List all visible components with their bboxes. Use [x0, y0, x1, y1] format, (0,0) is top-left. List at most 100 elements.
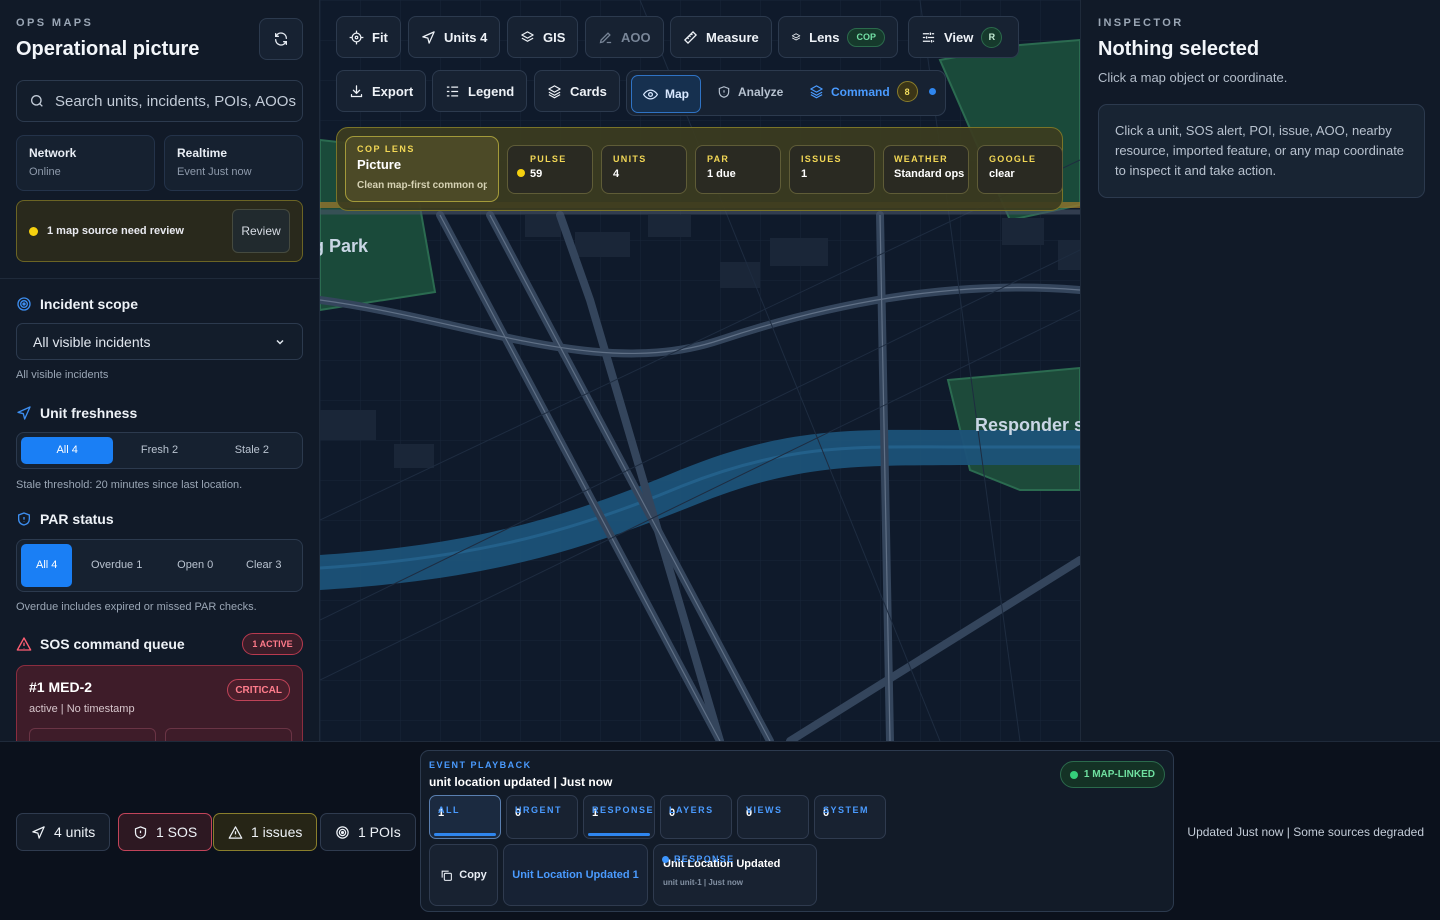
- lens-chip-units[interactable]: UNITS 4: [601, 145, 687, 194]
- review-button[interactable]: Review: [232, 209, 290, 253]
- cop-lens-key: COP LENS: [357, 144, 415, 154]
- warning-icon: [16, 637, 32, 651]
- view-button[interactable]: View R: [908, 16, 1019, 58]
- pulse-dot-icon: [517, 169, 525, 177]
- warning-dot-icon: [29, 226, 38, 236]
- mode-command-button[interactable]: Command 8: [809, 81, 936, 102]
- sos-card-meta: active | No timestamp: [29, 703, 135, 715]
- realtime-value: Event Just now: [177, 166, 252, 178]
- realtime-status-card: Realtime Event Just now: [164, 135, 303, 191]
- cop-lens-desc: Clean map-first common operating picture: [357, 180, 487, 191]
- legend-button[interactable]: Legend: [432, 70, 528, 112]
- refresh-button[interactable]: [259, 18, 303, 60]
- lens-button[interactable]: Lens COP: [778, 16, 898, 58]
- sos-queue-title: SOS command queue: [40, 636, 185, 652]
- lens-chip-issues[interactable]: ISSUES 1: [789, 145, 875, 194]
- sos-action-button[interactable]: [165, 728, 292, 741]
- search-input[interactable]: [55, 92, 300, 110]
- unit-freshness-heading: Unit freshness: [16, 405, 137, 421]
- navigation-icon: [422, 30, 435, 44]
- sos-chip[interactable]: 1 SOS: [118, 813, 213, 851]
- sos-active-badge: 1 ACTIVE: [242, 633, 303, 655]
- sos-queue-heading: SOS command queue: [16, 636, 185, 652]
- command-count-badge: 8: [896, 81, 918, 102]
- cop-lens-card[interactable]: COP LENS Picture Clean map-first common …: [345, 136, 499, 202]
- par-status-title: PAR status: [40, 511, 114, 527]
- freshness-option-fresh[interactable]: Fresh 2: [113, 437, 205, 464]
- playback-key: EVENT PLAYBACK: [429, 760, 532, 770]
- severity-badge: CRITICAL: [227, 679, 290, 701]
- incident-scope-select[interactable]: All visible incidents: [16, 323, 303, 360]
- layers-icon: [791, 32, 801, 40]
- unit-freshness-title: Unit freshness: [40, 405, 138, 421]
- search-icon: [31, 95, 43, 107]
- filter-tab-all[interactable]: ALL 1: [429, 795, 501, 839]
- fit-button[interactable]: Fit: [336, 16, 401, 58]
- layers-icon: [521, 30, 534, 42]
- lens-cop-pill: COP: [847, 27, 885, 47]
- par-option-open[interactable]: Open 0: [161, 544, 230, 587]
- refresh-icon: [275, 32, 287, 46]
- lens-chip-weather[interactable]: WEATHER Standard ops: [883, 145, 969, 194]
- realtime-label: Realtime: [177, 146, 228, 160]
- app-eyebrow: OPS MAPS: [16, 17, 94, 29]
- par-option-all[interactable]: All 4: [21, 544, 73, 587]
- active-indicator: [588, 833, 650, 836]
- shield-icon: [18, 512, 30, 526]
- navigation-icon: [17, 406, 31, 420]
- alert-text: 1 map source need review: [47, 225, 184, 237]
- cards-button[interactable]: Cards: [534, 70, 620, 112]
- crosshair-icon: [349, 30, 364, 44]
- ruler-icon: [683, 30, 698, 44]
- search-field[interactable]: [16, 80, 303, 122]
- event-link-button[interactable]: Unit Location Updated 1: [503, 844, 648, 906]
- par-option-overdue[interactable]: Overdue 1: [72, 544, 161, 587]
- playback-title: unit location updated | Just now: [429, 775, 613, 789]
- inspector-eyebrow: INSPECTOR: [1098, 17, 1184, 29]
- units-button[interactable]: Units 4: [408, 16, 501, 58]
- mode-analyze-button[interactable]: Analyze: [717, 85, 783, 99]
- left-panel: OPS MAPS Operational picture Network Onl…: [0, 0, 320, 741]
- lens-chip-google[interactable]: GOOGLE clear: [977, 145, 1063, 194]
- event-card[interactable]: RESPONSE Unit Location Updated unit unit…: [653, 844, 817, 906]
- bottom-bar: 4 units 1 SOS 1 issues 1 POIs EVENT PLAY…: [0, 741, 1440, 920]
- par-note: Overdue includes expired or missed PAR c…: [16, 601, 257, 613]
- status-dot-icon: [928, 88, 936, 95]
- warning-icon: [228, 825, 243, 839]
- pois-chip[interactable]: 1 POIs: [320, 813, 416, 851]
- filter-tab-urgent[interactable]: URGENT 0: [506, 795, 578, 839]
- pencil-icon: [599, 31, 612, 43]
- units-chip[interactable]: 4 units: [16, 813, 111, 851]
- freshness-option-all[interactable]: All 4: [21, 437, 114, 464]
- filter-tab-response[interactable]: RESPONSE 1: [583, 795, 655, 839]
- issues-chip[interactable]: 1 issues: [213, 813, 318, 851]
- cop-lens-value: Picture: [357, 157, 402, 172]
- lens-chip-pulse[interactable]: PULSE 59: [507, 145, 593, 194]
- sos-card[interactable]: #1 MED-2 active | No timestamp CRITICAL: [16, 665, 303, 741]
- inspector-hint: Click a unit, SOS alert, POI, issue, AOO…: [1098, 104, 1425, 198]
- filter-tab-layers[interactable]: LAYERS 0: [660, 795, 732, 839]
- mode-map-button[interactable]: Map: [631, 75, 701, 113]
- filter-tab-views[interactable]: VIEWS 0: [737, 795, 809, 839]
- copy-button[interactable]: Copy: [429, 844, 498, 906]
- incident-scope-value: All visible incidents: [33, 333, 151, 350]
- freshness-option-stale[interactable]: Stale 2: [206, 437, 298, 464]
- inspector-panel: INSPECTOR Nothing selected Click a map o…: [1080, 0, 1440, 741]
- sos-action-button[interactable]: [29, 728, 156, 741]
- measure-button[interactable]: Measure: [670, 16, 772, 58]
- incident-scope-heading: Incident scope: [16, 296, 138, 312]
- target-icon: [336, 825, 349, 839]
- export-button[interactable]: Export: [336, 70, 427, 112]
- filter-tab-system[interactable]: SYSTEM 0: [814, 795, 886, 839]
- map-canvas[interactable]: Ming Park Responder staging Fit Units 4 …: [320, 0, 1080, 741]
- gis-button[interactable]: GIS: [507, 16, 579, 58]
- navigation-icon: [32, 825, 45, 839]
- par-option-clear[interactable]: Clear 3: [229, 544, 298, 587]
- status-dot-icon: [662, 855, 669, 863]
- download-icon: [350, 84, 363, 97]
- copy-icon: [441, 870, 453, 881]
- event-category: RESPONSE: [662, 854, 734, 864]
- lens-chip-par[interactable]: PAR 1 due: [695, 145, 781, 194]
- layers-icon: [810, 85, 823, 99]
- aoo-button[interactable]: AOO: [585, 16, 664, 58]
